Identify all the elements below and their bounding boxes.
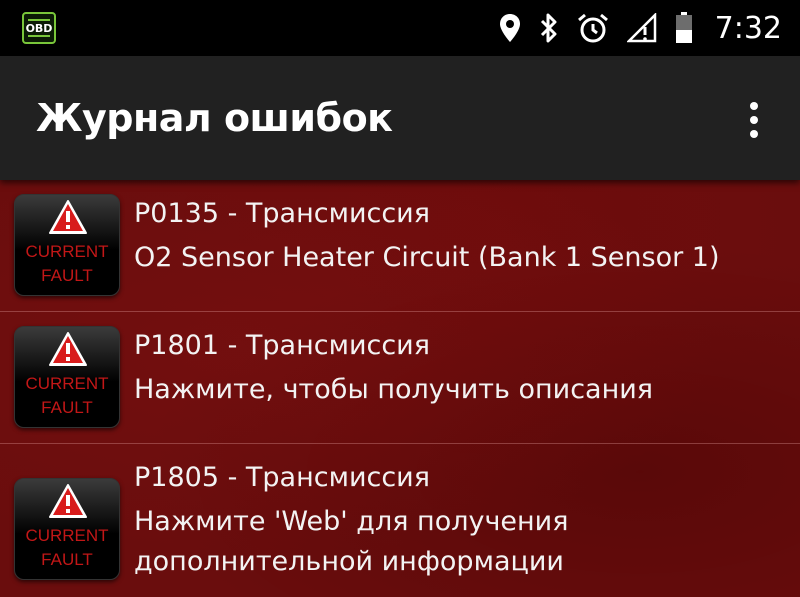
warning-icon bbox=[49, 200, 87, 234]
obd-app-icon: OBD bbox=[22, 12, 56, 44]
signal-icon bbox=[626, 13, 657, 43]
page-title: Журнал ошибок bbox=[36, 96, 393, 140]
fault-list-item-p1801[interactable]: CURRENT FAULT P1801 - Трансмиссия Нажмит… bbox=[0, 312, 800, 444]
fault-description: O2 Sensor Heater Circuit (Bank 1 Sensor … bbox=[134, 242, 720, 273]
badge-line1: CURRENT bbox=[25, 374, 109, 393]
status-time: 7:32 bbox=[714, 10, 782, 46]
warning-icon bbox=[49, 484, 87, 518]
battery-icon bbox=[675, 12, 693, 44]
status-left: OBD bbox=[22, 12, 56, 44]
badge-line2: FAULT bbox=[41, 398, 93, 417]
badge-line2: FAULT bbox=[41, 550, 93, 569]
bluetooth-icon bbox=[539, 13, 559, 43]
current-fault-badge: CURRENT FAULT bbox=[14, 478, 120, 580]
badge-line1: CURRENT bbox=[25, 242, 109, 261]
current-fault-badge: CURRENT FAULT bbox=[14, 326, 120, 428]
badge-line1: CURRENT bbox=[25, 526, 109, 545]
location-icon bbox=[499, 13, 521, 43]
fault-code: P0135 - Трансмиссия bbox=[134, 198, 430, 229]
fault-list-item-p0135[interactable]: CURRENT FAULT P0135 - Трансмиссия O2 Sen… bbox=[0, 180, 800, 312]
fault-code: P1805 - Трансмиссия bbox=[134, 462, 430, 493]
alarm-icon bbox=[577, 12, 609, 44]
obd-app-icon-label: OBD bbox=[25, 21, 53, 35]
status-icons: 7:32 bbox=[499, 0, 782, 56]
fault-description: Нажмите 'Web' для получения дополнительн… bbox=[134, 506, 569, 577]
fault-description: Нажмите, чтобы получить описания bbox=[134, 374, 654, 405]
fault-code: P1801 - Трансмиссия bbox=[134, 330, 430, 361]
app-bar: Журнал ошибок bbox=[0, 56, 800, 180]
current-fault-badge: CURRENT FAULT bbox=[14, 194, 120, 296]
overflow-menu-icon[interactable] bbox=[744, 100, 764, 140]
menu-dot bbox=[750, 116, 758, 124]
status-bar: OBD 7:32 bbox=[0, 0, 800, 56]
badge-line2: FAULT bbox=[41, 266, 93, 285]
fault-list: CURRENT FAULT P0135 - Трансмиссия O2 Sen… bbox=[0, 180, 800, 597]
fault-list-item-p1805[interactable]: CURRENT FAULT P1805 - Трансмиссия Нажмит… bbox=[0, 444, 800, 597]
menu-dot bbox=[750, 102, 758, 110]
menu-dot bbox=[750, 130, 758, 138]
warning-icon bbox=[49, 332, 87, 366]
